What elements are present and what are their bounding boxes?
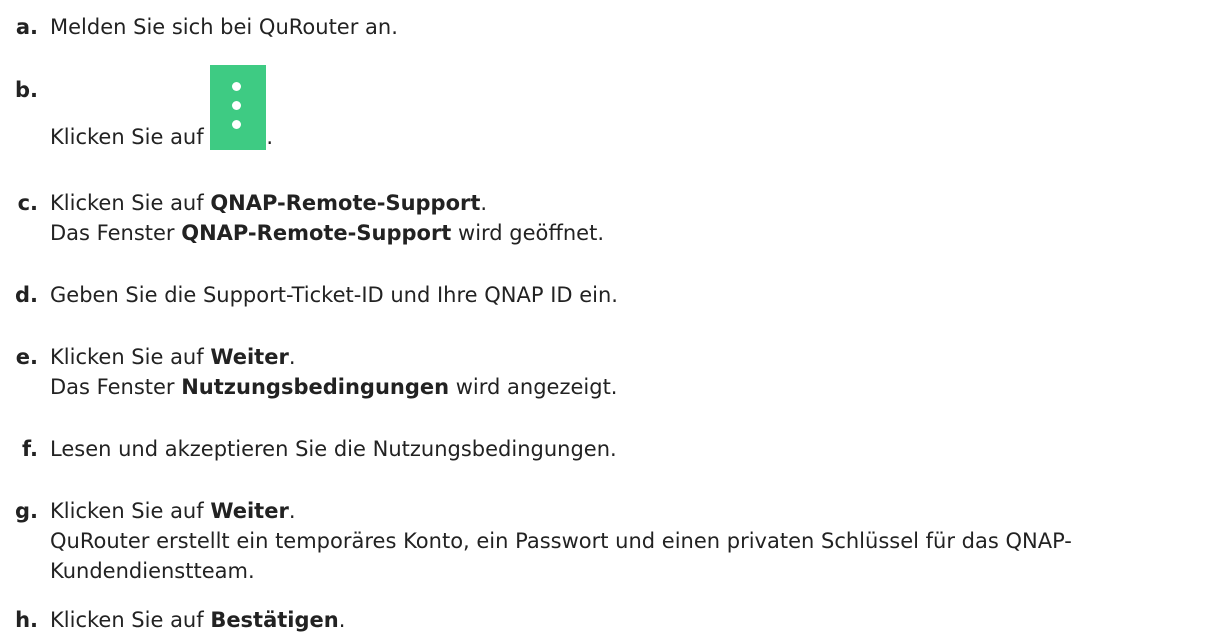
text: . <box>288 499 296 523</box>
step-marker: e. <box>15 345 38 369</box>
text: Das Fenster <box>50 375 182 399</box>
step-marker: h. <box>15 608 38 632</box>
text: Klicken Sie auf <box>50 608 211 632</box>
step-text: Klicken Sie auf <box>50 125 211 149</box>
step-text: Melden Sie sich bei QuRouter an. <box>50 15 398 39</box>
ui-term: QNAP-Remote-Support <box>181 221 452 245</box>
step-line: Das Fenster QNAP-Remote-Support wird geö… <box>50 218 1204 248</box>
text: . <box>480 191 488 215</box>
text: . <box>288 345 296 369</box>
ui-term: Nutzungsbedingungen <box>181 375 450 399</box>
text: wird angezeigt. <box>449 375 618 399</box>
step-line: Klicken Sie auf Weiter. <box>50 496 1204 526</box>
step-line: Klicken Sie auf Weiter. <box>50 342 1204 372</box>
step-marker: g. <box>14 499 38 523</box>
step-marker: d. <box>14 283 38 307</box>
step-text-suffix: . <box>266 125 273 149</box>
step-line: Klicken Sie auf Bestätigen. <box>50 605 1204 635</box>
ui-term: Weiter <box>210 345 289 369</box>
step-marker: c. <box>17 191 38 215</box>
text: . <box>338 608 346 632</box>
step-marker: f. <box>22 437 38 461</box>
kebab-menu-icon <box>210 65 267 150</box>
text: Das Fenster <box>50 221 182 245</box>
step-line: Klicken Sie auf QNAP-Remote-Support. <box>50 188 1204 218</box>
dot <box>232 82 242 91</box>
step-line: Kundendienstteam. <box>50 559 255 583</box>
step-line: QuRouter erstellt ein temporäres Konto, … <box>50 529 1072 553</box>
dot <box>232 120 242 129</box>
dot <box>232 101 242 110</box>
text: Klicken Sie auf <box>50 499 211 523</box>
step-text: Lesen und akzeptieren Sie die Nutzungsbe… <box>50 437 617 461</box>
text: Klicken Sie auf <box>50 345 211 369</box>
ui-term: Weiter <box>210 499 289 523</box>
step-line: Das Fenster Nutzungsbedingungen wird ang… <box>50 372 1204 402</box>
step-marker: b. <box>14 78 38 102</box>
step-marker: a. <box>15 15 38 39</box>
step-text: Geben Sie die Support-Ticket-ID und Ihre… <box>50 283 618 307</box>
ui-term: QNAP-Remote-Support <box>210 191 481 215</box>
text: wird geöffnet. <box>451 221 605 245</box>
text: Klicken Sie auf <box>50 191 211 215</box>
ui-term: Bestätigen <box>210 608 339 632</box>
